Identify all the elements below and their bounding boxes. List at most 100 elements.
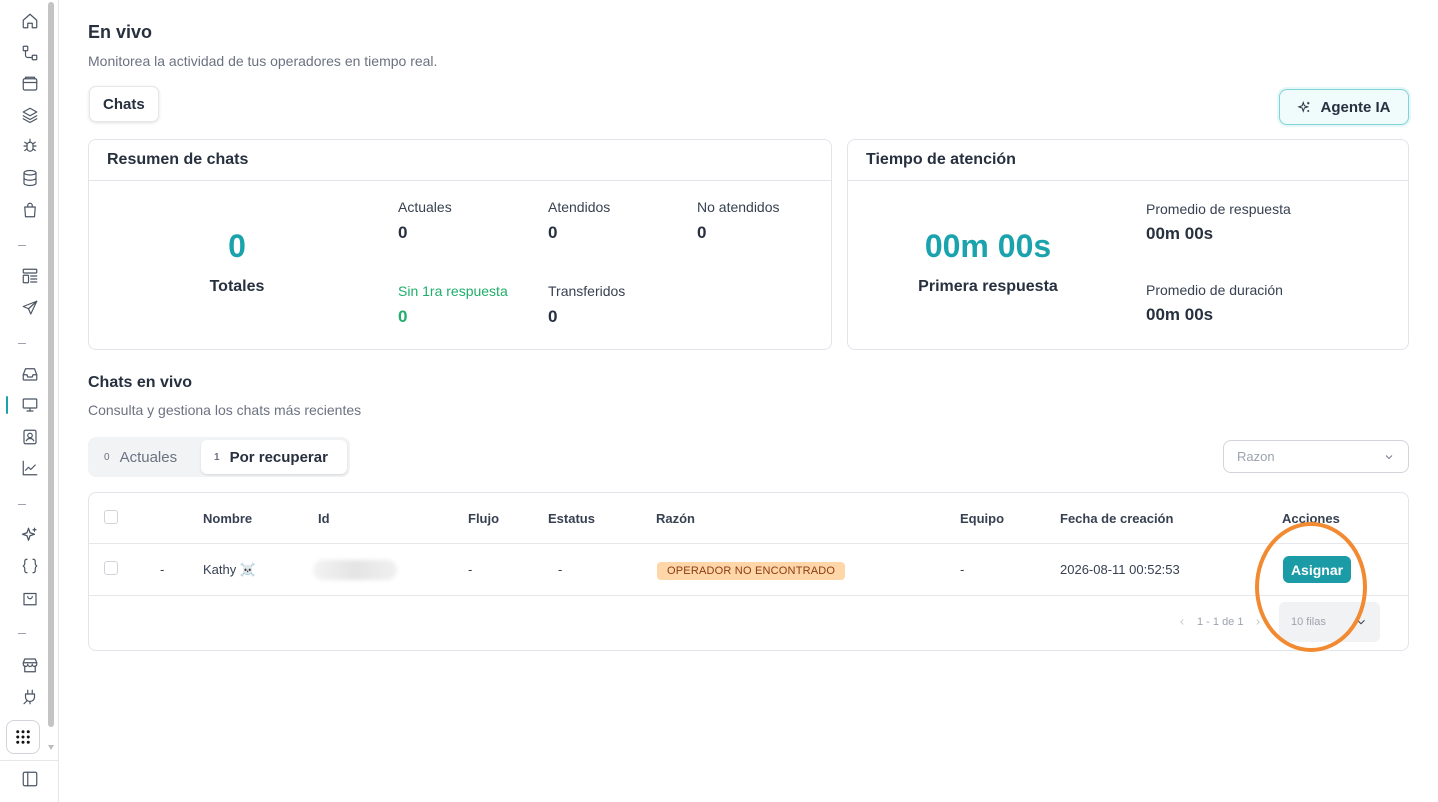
sidebar-divider [18, 343, 26, 344]
stat-label-sin-respuesta: Sin 1ra respuesta [398, 283, 508, 299]
total-chats-label: Totales [209, 278, 265, 295]
reason-filter-placeholder: Razon [1237, 449, 1275, 464]
table-divider [89, 543, 1408, 544]
total-chats-value: 0 [228, 228, 246, 264]
stat-label-actuales: Actuales [398, 199, 452, 215]
code-braces-icon[interactable] [19, 555, 41, 577]
tab-por-recuperar[interactable]: 1 Por recuperar [201, 440, 347, 474]
sidebar-divider [18, 504, 26, 505]
column-header-estatus[interactable]: Estatus [548, 511, 595, 526]
rows-per-page-select[interactable]: 10 filas [1279, 602, 1380, 642]
database-icon[interactable] [19, 167, 41, 189]
row-prefix: - [160, 562, 165, 577]
bag-icon[interactable] [19, 199, 41, 221]
live-chats-tabs: 0 Actuales 1 Por recuperar [88, 437, 350, 477]
inbox-icon[interactable] [19, 363, 41, 385]
stat-value-actuales: 0 [398, 223, 408, 242]
send-icon[interactable] [19, 297, 41, 319]
first-response-value: 00m 00s [924, 228, 1052, 264]
contact-icon[interactable] [19, 426, 41, 448]
agent-ia-label: Agente IA [1320, 98, 1391, 116]
cell-fecha: 2026-08-11 00:52:53 [1060, 562, 1180, 577]
column-header-flujo[interactable]: Flujo [468, 511, 499, 526]
column-header-acciones: Acciones [1282, 511, 1340, 526]
stat-label-transferidos: Transferidos [548, 283, 626, 299]
sidebar-divider [18, 633, 26, 634]
attention-time-card: Tiempo de atención 00m 00s Primera respu… [847, 139, 1409, 350]
scrollbar-thumb[interactable] [48, 2, 54, 727]
reason-filter-select[interactable]: Razon [1223, 440, 1409, 473]
main-content: En vivo Monitorea la actividad de tus op… [88, 0, 1410, 802]
select-all-checkbox[interactable] [104, 510, 118, 524]
tab-chats[interactable]: Chats [89, 86, 159, 122]
column-header-id[interactable]: Id [318, 511, 330, 526]
sparkles-icon [1297, 100, 1310, 113]
column-header-equipo[interactable]: Equipo [960, 511, 1004, 526]
column-header-nombre[interactable]: Nombre [203, 511, 252, 526]
rows-per-page-value: 10 filas [1291, 616, 1326, 628]
sidebar-toggle-icon[interactable] [19, 768, 41, 790]
chart-line-icon[interactable] [19, 457, 41, 479]
plug-icon[interactable] [19, 686, 41, 708]
chat-summary-card: Resumen de chats 0 Totales Actuales 0 At… [88, 139, 832, 350]
live-chats-subtitle: Consulta y gestiona los chats más recien… [88, 402, 362, 418]
tab-label: Por recuperar [229, 448, 328, 466]
shopping-bag-icon[interactable] [19, 587, 41, 609]
sidebar-active-indicator [6, 396, 8, 414]
grid-dots-icon [16, 730, 30, 744]
card-title: Tiempo de atención [848, 140, 1408, 181]
live-chats-title: Chats en vivo [88, 374, 193, 391]
reason-badge: OPERADOR NO ENCONTRADO [657, 562, 846, 580]
stat-value-no-atendidos: 0 [697, 223, 707, 242]
stat-value-atendidos: 0 [548, 223, 558, 242]
live-chats-table: Nombre Id Flujo Estatus Razón Equipo Fec… [88, 492, 1409, 652]
layers-icon[interactable] [19, 104, 41, 126]
sidebar-scrollbar[interactable] [48, 0, 54, 750]
cell-nombre: Kathy ☠️ [203, 562, 257, 577]
table-divider [89, 595, 1408, 596]
pagination: 1 - 1 de 1 [1177, 616, 1263, 628]
sidebar-divider [18, 245, 26, 246]
apps-grid-button[interactable] [6, 720, 40, 754]
first-response-label: Primera respuesta [918, 278, 1058, 295]
chevron-down-icon [1357, 619, 1365, 625]
avg-duration-value: 00m 00s [1146, 305, 1214, 324]
column-header-razon[interactable]: Razón [656, 511, 695, 526]
stat-label-atendidos: Atendidos [548, 199, 611, 215]
chevron-down-icon [1385, 454, 1393, 459]
stat-label-no-atendidos: No atendidos [697, 199, 780, 215]
page-subtitle: Monitorea la actividad de tus operadores… [88, 53, 438, 69]
layout-list-icon[interactable] [19, 265, 41, 287]
stat-value-sin-respuesta: 0 [398, 307, 408, 326]
page-title: En vivo [88, 22, 153, 42]
home-icon[interactable] [19, 10, 41, 32]
avg-duration-label: Promedio de duración [1146, 282, 1283, 298]
archive-icon[interactable] [19, 73, 41, 95]
store-icon[interactable] [19, 654, 41, 676]
tab-actuales[interactable]: 0 Actuales [104, 440, 177, 474]
avg-response-label: Promedio de respuesta [1146, 201, 1291, 217]
agent-ia-button[interactable]: Agente IA [1279, 89, 1409, 125]
flow-icon[interactable] [19, 42, 41, 64]
chevron-right-icon[interactable] [1253, 617, 1263, 627]
card-title: Resumen de chats [89, 140, 831, 181]
sidebar-divider [0, 760, 59, 761]
avg-response-value: 00m 00s [1146, 224, 1214, 243]
bug-icon[interactable] [19, 135, 41, 157]
tab-count: 0 [104, 451, 110, 463]
chevron-left-icon[interactable] [1177, 617, 1187, 627]
monitor-icon[interactable] [19, 394, 41, 416]
cell-estatus: - [558, 562, 563, 577]
cell-equipo: - [960, 562, 965, 577]
sparkles-icon[interactable] [19, 524, 41, 546]
column-header-fecha[interactable]: Fecha de creación [1060, 511, 1173, 526]
sidebar [0, 0, 59, 802]
pagination-range: 1 - 1 de 1 [1197, 616, 1244, 628]
scroll-down-arrow-icon[interactable] [48, 745, 54, 750]
cell-id-redacted [313, 560, 397, 580]
row-checkbox[interactable] [104, 561, 118, 575]
cell-flujo: - [468, 562, 473, 577]
assign-button[interactable]: Asignar [1283, 556, 1351, 583]
tab-label: Actuales [119, 448, 178, 466]
tab-count: 1 [214, 451, 220, 463]
